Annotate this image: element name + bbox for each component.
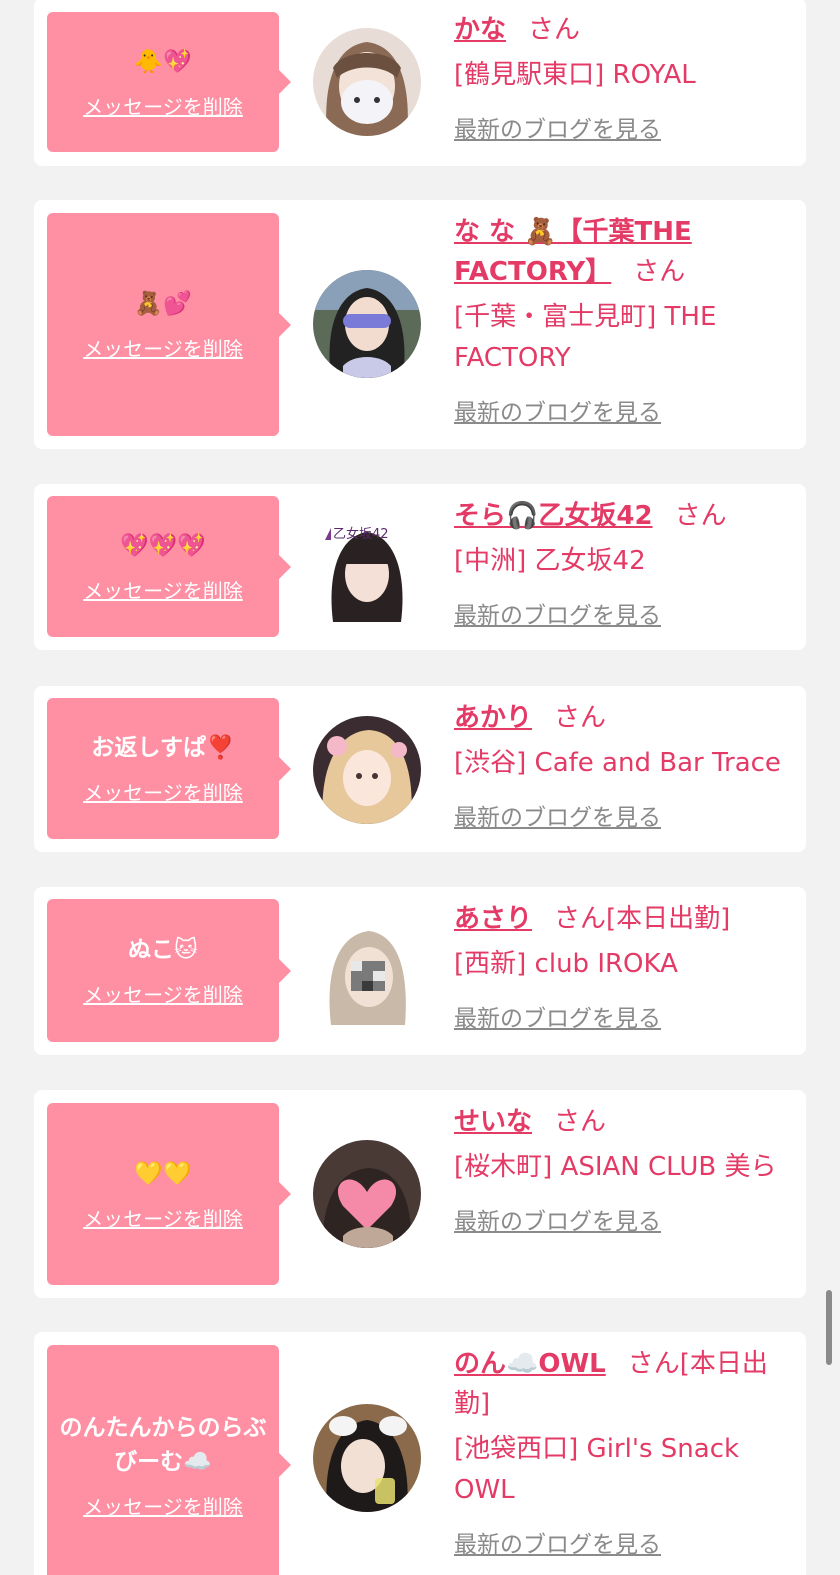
scrollbar[interactable] — [826, 1290, 832, 1365]
list-item: 🧸💕 メッセージを削除 な な 🧸【千葉THE FACTORY】 さん [千葉・富… — [34, 200, 806, 449]
user-info: あさり さん[本日出勤] [西新] club IROKA 最新のブログを見る — [454, 899, 794, 1033]
honorific: さん — [633, 257, 686, 287]
user-info: かな さん [鶴見駅東口] ROYAL 最新のブログを見る — [454, 10, 794, 144]
message-text: 🧸💕 — [134, 291, 192, 317]
message-bubble: のんたんからのらぶびーむ☁️ メッセージを削除 — [47, 1345, 291, 1575]
avatar-caption: 乙女坂42 — [333, 526, 389, 542]
user-name-link[interactable]: そら🎧乙女坂42 — [454, 501, 653, 531]
delete-message-link[interactable]: メッセージを削除 — [83, 777, 243, 806]
message-text: 💖💖💖 — [120, 533, 206, 559]
delete-message-link[interactable]: メッセージを削除 — [83, 979, 243, 1008]
message-text: ぬこ🐱 — [128, 937, 198, 963]
shop-name: [千葉・富士見町] THE FACTORY — [454, 302, 717, 373]
shop-name: [中洲] 乙女坂42 — [454, 546, 646, 576]
latest-blog-link[interactable]: 最新のブログを見る — [454, 110, 661, 144]
list-item: 💖💖💖 メッセージを削除 乙女坂42 そら🎧乙女坂42 さん [中洲] 乙女坂42… — [34, 484, 806, 650]
delete-message-link[interactable]: メッセージを削除 — [83, 333, 243, 362]
list-item: 💛💛 メッセージを削除 せいな さん [桜木町] ASIAN CLUB 美ら 最新… — [34, 1090, 806, 1298]
list-item: ぬこ🐱 メッセージを削除 あさり さん[本日出勤] [西新] club IROKA… — [34, 887, 806, 1055]
message-text: 🐥💖 — [134, 48, 192, 75]
user-name-link[interactable]: あかり — [454, 703, 532, 733]
avatar[interactable] — [313, 716, 421, 824]
delete-message-link[interactable]: メッセージを削除 — [83, 575, 243, 604]
avatar[interactable] — [313, 270, 421, 378]
user-name-link[interactable]: のん☁️OWL — [454, 1349, 606, 1379]
delete-message-link[interactable]: メッセージを削除 — [83, 1203, 243, 1232]
shop-name: [渋谷] Cafe and Bar Trace — [454, 748, 781, 778]
shop-name: [桜木町] ASIAN CLUB 美ら — [454, 1152, 777, 1182]
avatar[interactable] — [313, 917, 421, 1025]
list-item: 🐥💖 メッセージを削除 かな さん [鶴見駅東口] ROYAL 最新のブログを見る — [34, 0, 806, 166]
honorific: さん — [554, 1107, 607, 1137]
message-bubble: 💛💛 メッセージを削除 — [47, 1103, 291, 1285]
list-item: お返しすぱ❣️ メッセージを削除 あかり さん [渋谷] Cafe and Bar… — [34, 686, 806, 852]
message-text: のんたんからのらぶびーむ☁️ — [59, 1414, 267, 1475]
avatar[interactable] — [313, 1404, 421, 1512]
shop-name: [池袋西口] Girl's Snack OWL — [454, 1434, 740, 1505]
message-bubble: 💖💖💖 メッセージを削除 — [47, 496, 291, 637]
latest-blog-link[interactable]: 最新のブログを見る — [454, 596, 661, 630]
list-item: のんたんからのらぶびーむ☁️ メッセージを削除 のん☁️OWL さん[本日出勤] … — [34, 1332, 806, 1575]
latest-blog-link[interactable]: 最新のブログを見る — [454, 393, 661, 427]
latest-blog-link[interactable]: 最新のブログを見る — [454, 999, 661, 1033]
user-name-link[interactable]: あさり — [454, 904, 532, 934]
user-info: のん☁️OWL さん[本日出勤] [池袋西口] Girl's Snack OWL … — [454, 1344, 794, 1559]
honorific: さん — [554, 904, 607, 934]
user-name-link[interactable]: かな — [454, 15, 506, 45]
shop-name: [鶴見駅東口] ROYAL — [454, 60, 696, 90]
shop-name: [西新] club IROKA — [454, 949, 678, 979]
avatar[interactable]: 乙女坂42 — [313, 514, 421, 622]
honorific: さん — [674, 501, 727, 531]
user-info: な な 🧸【千葉THE FACTORY】 さん [千葉・富士見町] THE FAC… — [454, 212, 794, 427]
avatar[interactable] — [313, 28, 421, 136]
work-status: [本日出勤] — [606, 904, 731, 934]
message-bubble: 🐥💖 メッセージを削除 — [47, 12, 291, 152]
delete-message-link[interactable]: メッセージを削除 — [83, 1491, 243, 1520]
message-bubble: ぬこ🐱 メッセージを削除 — [47, 899, 291, 1042]
message-text: お返しすぱ❣️ — [91, 735, 235, 761]
avatar[interactable] — [313, 1140, 421, 1248]
latest-blog-link[interactable]: 最新のブログを見る — [454, 798, 661, 832]
honorific: さん — [528, 15, 581, 45]
user-info: せいな さん [桜木町] ASIAN CLUB 美ら 最新のブログを見る — [454, 1102, 794, 1236]
user-name-link[interactable]: せいな — [454, 1107, 532, 1137]
user-info: あかり さん [渋谷] Cafe and Bar Trace 最新のブログを見る — [454, 698, 794, 832]
honorific: さん — [627, 1349, 680, 1379]
message-text: 💛💛 — [134, 1160, 192, 1187]
user-info: そら🎧乙女坂42 さん [中洲] 乙女坂42 最新のブログを見る — [454, 496, 794, 630]
delete-message-link[interactable]: メッセージを削除 — [83, 91, 243, 120]
honorific: さん — [554, 703, 607, 733]
message-bubble: お返しすぱ❣️ メッセージを削除 — [47, 698, 291, 839]
latest-blog-link[interactable]: 最新のブログを見る — [454, 1525, 661, 1559]
latest-blog-link[interactable]: 最新のブログを見る — [454, 1202, 661, 1236]
message-bubble: 🧸💕 メッセージを削除 — [47, 213, 291, 436]
